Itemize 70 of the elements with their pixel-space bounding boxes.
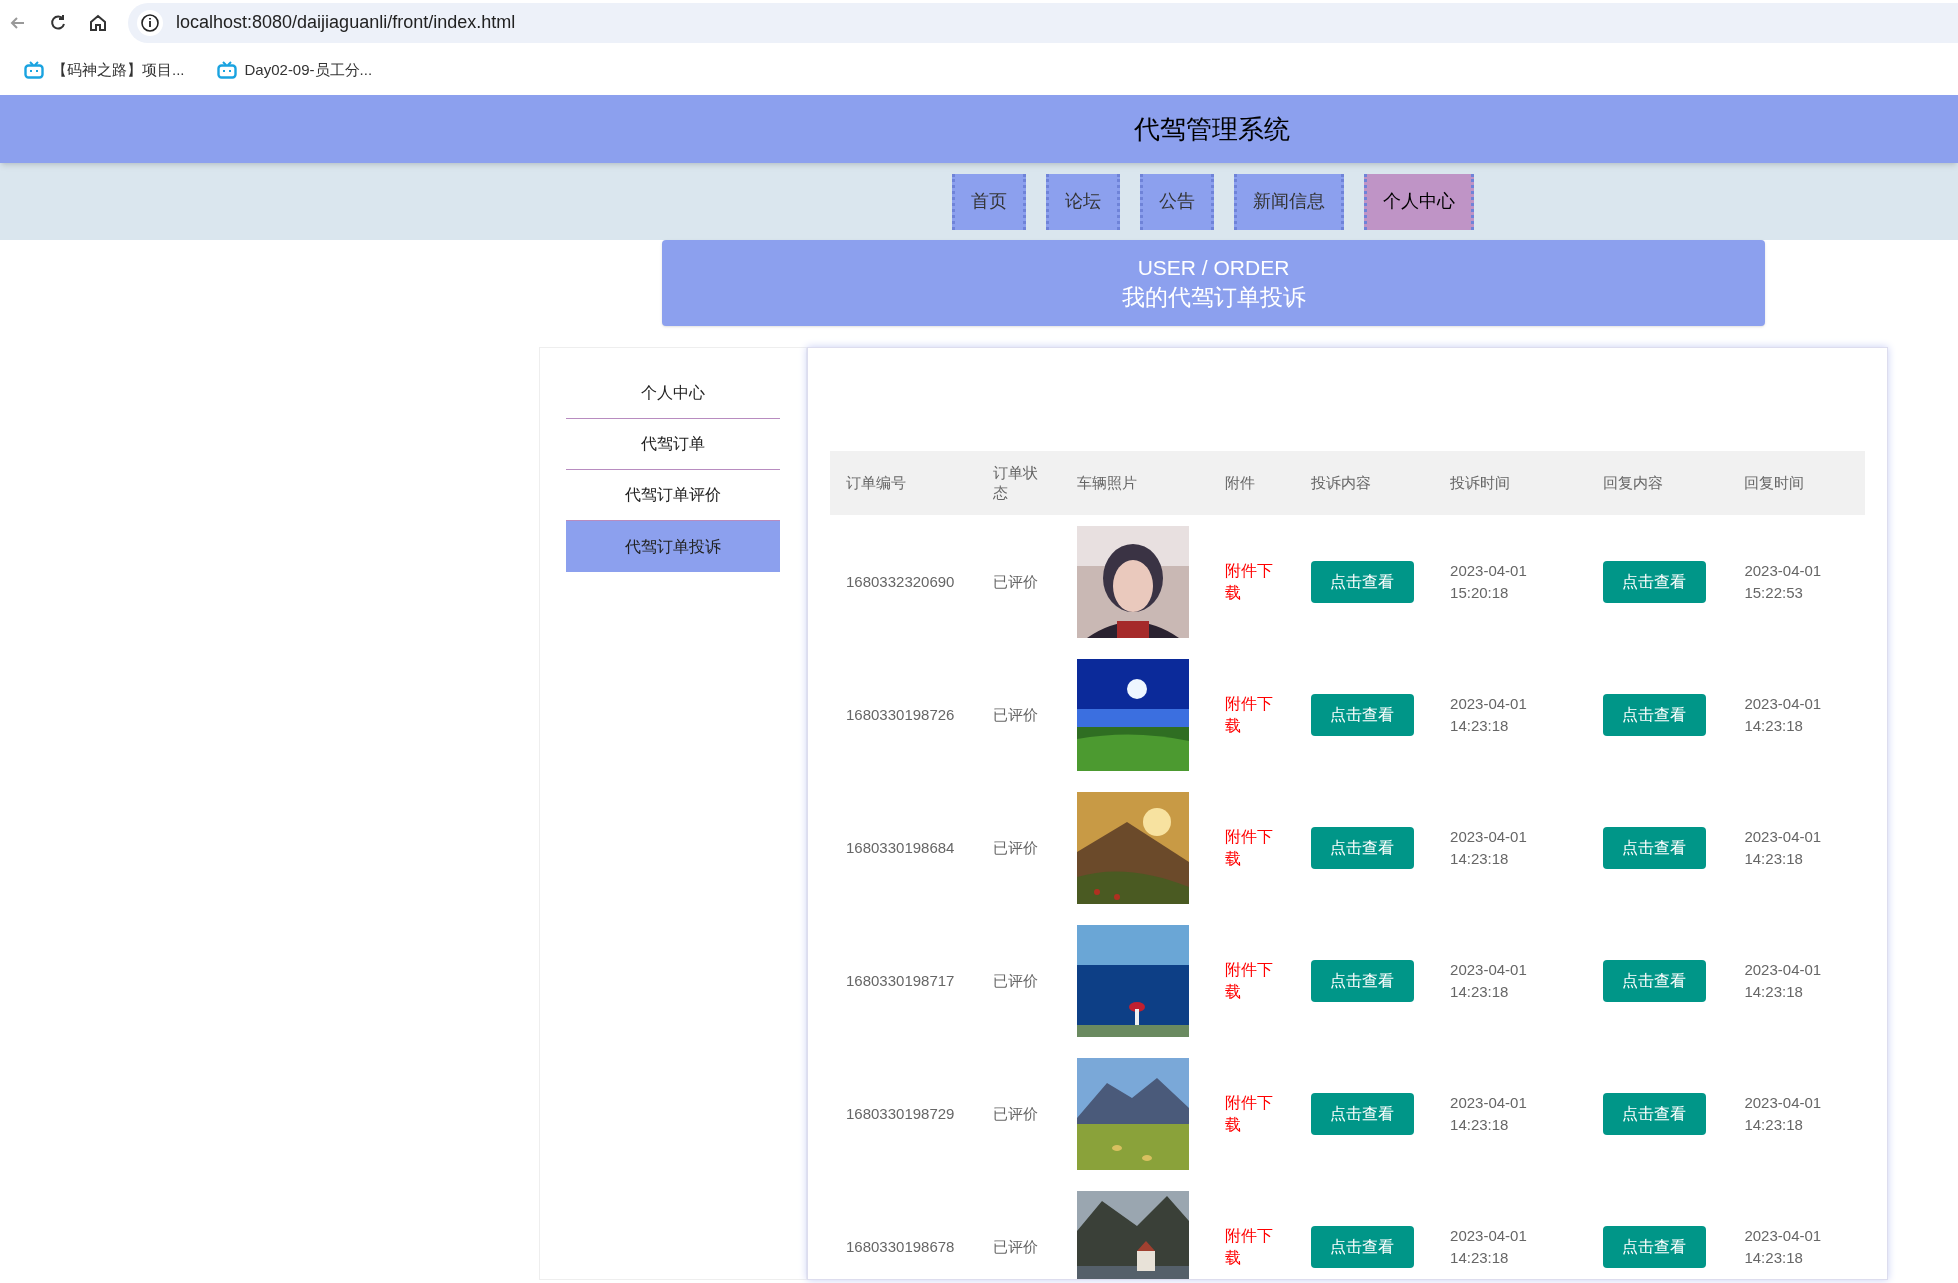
view-button[interactable]: 点击查看 [1310,1225,1414,1268]
order-number: 1680330198678 [846,1237,955,1255]
order-number: 1680330198717 [846,971,955,989]
sidebar-item[interactable]: 个人中心 [566,368,780,419]
banner-path: USER / ORDER [1137,255,1290,281]
download-link[interactable]: 附件下载 [1224,958,1277,1003]
view-button[interactable]: 点击查看 [1602,560,1706,603]
tv-icon [216,61,237,79]
download-link[interactable]: 附件下载 [1224,692,1277,737]
download-link[interactable]: 附件下载 [1224,825,1277,870]
complaint-time: 2023-04-01 14:23:18 [1450,959,1528,1002]
reply-time: 2023-04-01 14:23:18 [1744,1092,1823,1135]
url-text: localhost:8080/daijiaguanli/front/index.html [176,11,516,34]
reply-time: 2023-04-01 15:22:53 [1744,560,1823,603]
column-header: 车辆照片 [1061,451,1209,515]
column-header: 回复时间 [1728,451,1865,515]
view-button[interactable]: 点击查看 [1602,1225,1706,1268]
order-status: 已评价 [992,1237,1038,1255]
order-number: 1680330198684 [846,838,955,856]
home-icon[interactable] [88,12,108,33]
nav-tab[interactable]: 公告 [1140,173,1214,230]
order-status: 已评价 [992,705,1038,723]
reply-time: 2023-04-01 14:23:18 [1744,959,1823,1002]
column-header: 回复内容 [1586,451,1729,515]
order-status: 已评价 [992,572,1038,590]
tv-icon [24,61,44,79]
nav-tab[interactable]: 首页 [952,173,1026,230]
reply-time: 2023-04-01 14:23:18 [1744,693,1823,736]
reply-time: 2023-04-01 14:23:18 [1744,1225,1823,1268]
download-link[interactable]: 附件下载 [1224,1091,1277,1136]
banner-title: 我的代驾订单投诉 [1121,283,1306,312]
bookmark-link[interactable]: Day02-09-员工分... [244,58,373,82]
order-number: 1680330198729 [846,1104,955,1122]
nav-tab[interactable]: 新闻信息 [1234,173,1344,230]
order-status: 已评价 [992,838,1038,856]
nav-tab[interactable]: 个人中心 [1364,173,1474,230]
bookmark-link[interactable]: 【码神之路】项目... [52,58,185,82]
view-button[interactable]: 点击查看 [1602,1092,1706,1135]
download-link[interactable]: 附件下载 [1224,559,1277,604]
complaint-time: 2023-04-01 15:20:18 [1450,560,1528,603]
sidebar-item[interactable]: 代驾订单投诉 [566,521,780,572]
view-button[interactable]: 点击查看 [1310,693,1414,736]
column-header: 投诉时间 [1434,451,1587,515]
view-button[interactable]: 点击查看 [1602,826,1706,869]
order-number: 1680330198726 [846,705,955,723]
complaint-time: 2023-04-01 14:23:18 [1450,693,1528,736]
column-header: 附件 [1208,451,1295,515]
complaint-time: 2023-04-01 14:23:18 [1450,1225,1528,1268]
order-status: 已评价 [992,971,1038,989]
sidebar-item[interactable]: 代驾订单 [566,419,780,470]
reload-icon[interactable] [48,12,68,33]
site-title: 代驾管理系统 [1134,112,1290,146]
view-button[interactable]: 点击查看 [1310,1092,1414,1135]
column-header: 订单状态 [976,451,1062,515]
complaint-time: 2023-04-01 14:23:18 [1450,826,1528,869]
download-link[interactable]: 附件下载 [1224,1224,1277,1269]
reply-time: 2023-04-01 14:23:18 [1744,826,1823,869]
view-button[interactable]: 点击查看 [1602,959,1706,1002]
order-number: 1680332320690 [846,572,955,590]
complaint-time: 2023-04-01 14:23:18 [1450,1092,1528,1135]
view-button[interactable]: 点击查看 [1310,959,1414,1002]
address-bar[interactable]: localhost:8080/daijiaguanli/front/index.html [128,2,1958,43]
view-button[interactable]: 点击查看 [1310,826,1414,869]
info-icon [136,8,164,37]
order-status: 已评价 [992,1104,1038,1122]
view-button[interactable]: 点击查看 [1602,693,1706,736]
nav-tab[interactable]: 论坛 [1046,173,1120,230]
column-header: 投诉内容 [1294,451,1435,515]
column-header: 订单编号 [830,451,977,515]
view-button[interactable]: 点击查看 [1310,560,1414,603]
